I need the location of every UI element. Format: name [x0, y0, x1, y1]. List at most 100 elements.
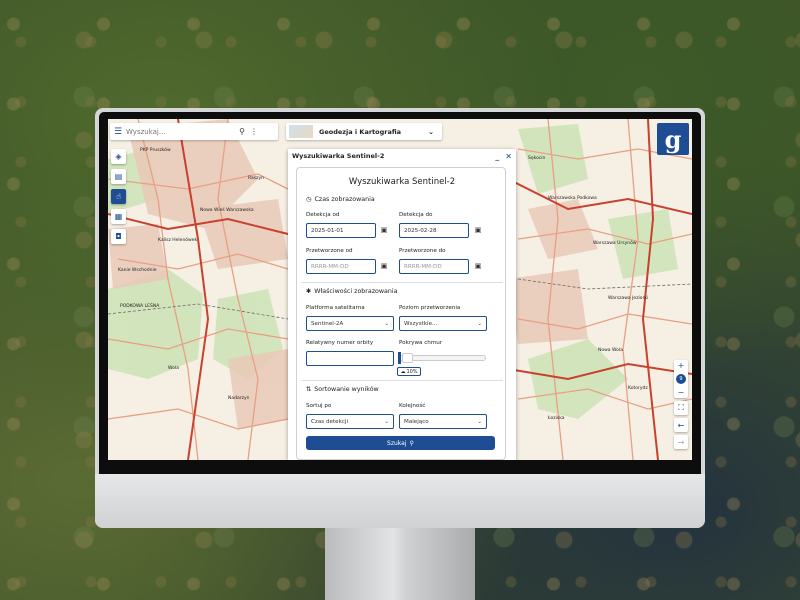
print-tool-button[interactable]: ▤ — [111, 169, 126, 184]
arrow-right-icon: → — [677, 437, 685, 447]
props-section-header: ✱ Właściwości zobrazowania — [306, 288, 398, 295]
map-label: Kalisz Helenówek — [158, 236, 197, 243]
back-button[interactable]: ← — [674, 418, 688, 432]
map-label: Warszawska Podkowa — [548, 195, 597, 201]
order-select[interactable]: Malejąco ⌄ — [399, 414, 487, 429]
map-label: Nowa Wola — [598, 347, 623, 353]
hamburger-menu-icon[interactable]: ☰ — [110, 127, 126, 137]
search-button[interactable]: Szukaj ⚲ — [306, 436, 495, 450]
cloud-cover-slider-thumb[interactable] — [402, 353, 414, 363]
map-label: Raszyn — [248, 175, 264, 181]
map-label: Warszawa Ursynów — [593, 239, 637, 246]
close-button[interactable]: ✕ — [505, 152, 512, 161]
printer-icon: ▤ — [114, 172, 123, 181]
sentinel-search-panel: Wyszukiwarka Sentinel-2 _ ✕ Wyszukiwarka… — [288, 149, 516, 460]
platform-label: Platforma satelitarna — [306, 305, 365, 311]
cloud-cover-slider-handle[interactable] — [398, 352, 401, 364]
cloud-cover-label: Pokrywa chmur — [399, 340, 443, 346]
gear-icon: ✱ — [306, 288, 312, 295]
app-screen: PKP Pruszków Nowa Wieś Warszawska Raszyn… — [108, 119, 692, 460]
detection-from-input[interactable]: 2025-01-01 — [306, 223, 376, 238]
search-button-label: Szukaj — [387, 439, 407, 447]
level-select[interactable]: Wszystkie... ⌄ — [399, 316, 487, 331]
layers-tool-button[interactable]: ◈ — [111, 149, 126, 164]
sort-by-select[interactable]: Czas detekcji ⌄ — [306, 414, 394, 429]
zoom-out-button[interactable]: − — [678, 388, 685, 397]
map-label: Kanie Wschodnie — [118, 267, 157, 273]
map-label: Wola — [168, 365, 179, 371]
level-label: Poziom przetworzenia — [399, 305, 461, 311]
monitor-chin — [95, 474, 705, 528]
search-icon[interactable]: ⚲ — [236, 127, 248, 136]
map-label: PODKOWA LEŚNA — [120, 302, 160, 309]
processed-to-input[interactable]: RRRR-MM-DD — [399, 259, 469, 274]
calendar-icon[interactable]: ▣ — [378, 224, 390, 236]
fullscreen-icon: ⛶ — [678, 403, 684, 412]
section-divider — [301, 380, 503, 381]
zoom-in-button[interactable]: + — [678, 361, 685, 370]
form-title: Wyszukiwarka Sentinel-2 — [348, 177, 456, 187]
pan-tool-button[interactable]: ☝ — [111, 189, 126, 204]
map-label: Łoziska — [547, 415, 565, 421]
chevron-down-icon: ⌄ — [384, 320, 389, 327]
map-label: Sękocin — [528, 155, 546, 161]
level-select-value: Wszystkie... — [404, 320, 438, 327]
screenshot-tool-button[interactable]: ◘ — [111, 229, 126, 244]
layers-icon: ◈ — [115, 152, 122, 161]
layer-thumbnail — [289, 125, 313, 138]
map-label: PKP Pruszków — [140, 146, 171, 153]
orbit-input[interactable] — [306, 351, 394, 366]
arrow-left-icon: ← — [677, 420, 685, 430]
cloud-cover-badge: ☁ 10% — [397, 367, 421, 376]
sort-by-label: Sortuj po — [306, 403, 332, 409]
minimize-button[interactable]: _ — [495, 152, 499, 161]
calendar-icon[interactable]: ▣ — [472, 224, 484, 236]
monitor-stand — [325, 528, 475, 600]
camera-icon: ◘ — [115, 232, 122, 241]
search-icon: ⚲ — [409, 439, 414, 447]
time-section-title: Czas zobrazowania — [314, 196, 375, 203]
map-label: Warszawa Jeziorki — [608, 295, 648, 301]
processed-from-label: Przetworzone od — [306, 248, 353, 254]
order-label: Kolejność — [399, 403, 426, 409]
chevron-down-icon: ⌄ — [477, 320, 482, 327]
processed-to-label: Przetworzone do — [399, 248, 446, 254]
search-bar: ☰ ⚲ ⋮ — [110, 123, 278, 140]
chevron-down-icon: ⌄ — [384, 418, 389, 425]
platform-select[interactable]: Sentinel-2A ⌄ — [306, 316, 394, 331]
map-label: Nadarzyn — [228, 395, 250, 401]
platform-select-value: Sentinel-2A — [311, 320, 344, 327]
detection-to-label: Detekcja do — [399, 212, 433, 218]
base-layer-select[interactable]: Geodezja i Kartografia ⌄ — [286, 123, 442, 140]
map-label: Nowa Wieś Warszawska — [200, 206, 254, 213]
detection-to-input[interactable]: 2025-02-28 — [399, 223, 469, 238]
calendar-icon[interactable]: ▣ — [472, 260, 484, 272]
notes-tool-button[interactable]: ▦ — [111, 209, 126, 224]
orbit-label: Relatywny numer orbity — [306, 340, 374, 346]
layer-select-label: Geodezja i Kartografia — [319, 127, 402, 136]
panel-header-title: Wyszukiwarka Sentinel-2 — [292, 152, 385, 160]
panel-header: Wyszukiwarka Sentinel-2 _ ✕ — [288, 149, 516, 163]
section-divider — [301, 282, 503, 283]
sort-icon: ⇅ — [306, 386, 312, 393]
hand-icon: ☝ — [116, 192, 121, 201]
more-options-icon[interactable]: ⋮ — [248, 127, 260, 136]
chevron-down-icon: ⌄ — [428, 127, 434, 136]
detection-from-label: Detekcja od — [306, 212, 340, 218]
cloud-cover-value: 10% — [406, 368, 418, 375]
zoom-controls: + 9 − — [674, 360, 688, 398]
processed-from-input[interactable]: RRRR-MM-DD — [306, 259, 376, 274]
fullscreen-button[interactable]: ⛶ — [674, 401, 688, 415]
chevron-down-icon: ⌄ — [477, 418, 482, 425]
order-select-value: Malejąco — [404, 418, 429, 425]
sort-by-select-value: Czas detekcji — [311, 418, 349, 425]
forward-button[interactable]: → — [674, 435, 688, 449]
sort-section-header: ⇅ Sortowanie wyników — [306, 386, 379, 393]
calendar-icon[interactable]: ▣ — [378, 260, 390, 272]
zoom-level-badge: 9 — [676, 374, 686, 384]
clock-icon: ◷ — [306, 196, 312, 203]
app-logo: g — [657, 123, 689, 155]
props-section-title: Właściwości zobrazowania — [314, 288, 398, 295]
search-input[interactable] — [126, 127, 236, 136]
time-section-header: ◷ Czas zobrazowania — [306, 196, 375, 203]
